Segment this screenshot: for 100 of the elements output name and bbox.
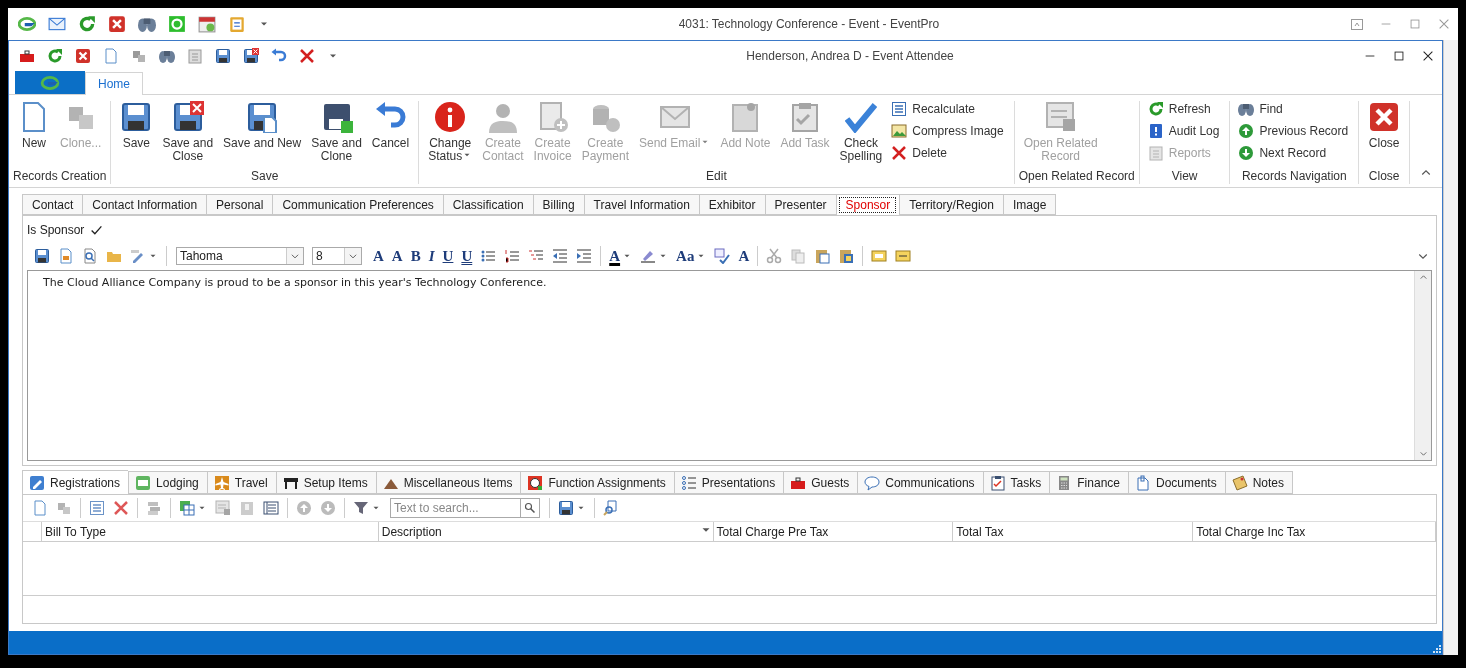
paste-icon: [814, 248, 831, 264]
resize-grip-icon[interactable]: [1430, 642, 1442, 654]
group-label: Edit: [705, 169, 728, 184]
ribbon-button[interactable]: New: [13, 101, 55, 150]
ribbon-button[interactable]: Save and Close: [157, 101, 219, 163]
column-header[interactable]: Bill To Type: [45, 524, 378, 539]
refresh-icon: [1147, 101, 1164, 117]
scrollbar[interactable]: [1414, 271, 1431, 460]
delete-icon: [891, 145, 908, 161]
column-header[interactable]: Total Charge Inc Tax: [1196, 524, 1435, 539]
ribbon-button[interactable]: Save and Clone: [306, 101, 367, 163]
ribbon-button[interactable]: Close: [1363, 101, 1406, 150]
ribbon-button[interactable]: Change Status: [423, 101, 478, 163]
form-tab[interactable]: Billing: [532, 194, 584, 215]
ribbon-button[interactable]: Check Spelling: [834, 101, 888, 163]
application-menu-button[interactable]: [15, 71, 85, 94]
cubes-icon: [56, 500, 72, 516]
form-tab[interactable]: Contact Information: [82, 194, 207, 215]
detail-tab[interactable]: Setup Items: [275, 471, 376, 494]
detail-tab[interactable]: Travel: [206, 471, 276, 494]
group-label: Open Related Record: [1018, 169, 1135, 184]
form-tab[interactable]: Travel Information: [583, 194, 699, 215]
swoosh-logo-icon: [18, 15, 36, 33]
change-case-button[interactable]: Aa: [673, 245, 710, 267]
detail-tab[interactable]: Notes: [1224, 471, 1294, 494]
detail-tab[interactable]: Guests: [783, 471, 858, 494]
double-underline-button[interactable]: U: [458, 245, 476, 267]
group-label: Records Creation: [13, 169, 107, 184]
italic-button[interactable]: I: [425, 245, 438, 267]
delete-icon: [299, 48, 315, 64]
search-button[interactable]: [520, 498, 540, 518]
form-tab[interactable]: Contact: [22, 194, 83, 215]
detail-tab[interactable]: Registrations: [22, 470, 129, 495]
form-tab[interactable]: Communication Preferences: [272, 194, 443, 215]
is-sponsor-checkbox[interactable]: [90, 223, 104, 237]
bed-icon: [135, 474, 152, 491]
ribbon-button[interactable]: Delete: [891, 145, 1004, 161]
font-button[interactable]: A: [735, 245, 753, 267]
copy-icon: [790, 248, 807, 264]
ribbon-button[interactable]: Cancel: [366, 101, 415, 150]
column-header[interactable]: Total Tax: [956, 524, 1193, 539]
brush-icon: [130, 248, 146, 264]
ribbon-button[interactable]: Recalculate: [891, 101, 1004, 117]
toolbox-icon: [19, 48, 35, 64]
detail-tab[interactable]: Communications: [857, 471, 983, 494]
column-header[interactable]: Total Charge Pre Tax: [716, 524, 953, 539]
form-tab[interactable]: Sponsor: [835, 194, 900, 216]
ribbon-button[interactable]: Save and New: [218, 101, 307, 150]
ribbon-button[interactable]: Save: [115, 101, 158, 150]
find-document-icon: [82, 248, 98, 264]
new-document-icon: [103, 48, 119, 64]
field-icon: [871, 248, 888, 264]
detail-tab[interactable]: Tasks: [982, 471, 1050, 494]
restore-window-icon: [1348, 16, 1365, 32]
ribbon-button[interactable]: Audit Log: [1147, 123, 1220, 139]
ribbon-tab[interactable]: Home: [85, 72, 143, 95]
detail-tab[interactable]: Finance: [1049, 471, 1128, 494]
form-tab[interactable]: Exhibitor: [698, 194, 765, 215]
grow-font-button[interactable]: A: [370, 245, 387, 267]
envelope-icon: [48, 15, 66, 33]
shrink-font-button[interactable]: A: [388, 245, 406, 267]
font-dropdown[interactable]: Tahoma: [176, 247, 304, 265]
form-tab[interactable]: Presenter: [764, 194, 836, 215]
ribbon-button[interactable]: Previous Record: [1238, 123, 1349, 139]
detail-tab[interactable]: Lodging: [128, 471, 207, 494]
field-label: Is Sponsor: [27, 223, 85, 237]
clipboard-icon: [228, 15, 246, 33]
highlighter-icon: [640, 248, 657, 264]
form-tab[interactable]: Image: [1002, 194, 1057, 215]
font-size-dropdown[interactable]: 8: [312, 247, 362, 265]
numbered-list-icon: [504, 248, 521, 264]
grid-icon: [179, 500, 195, 516]
form-tab[interactable]: Personal: [206, 194, 273, 215]
form-tab[interactable]: Classification: [442, 194, 533, 215]
log-book-icon: [1147, 123, 1164, 139]
search-field[interactable]: Text to search...: [390, 498, 520, 518]
calendar-icon: [198, 15, 216, 33]
ribbon-button[interactable]: Find: [1238, 101, 1349, 117]
detail-tab[interactable]: Documents: [1128, 471, 1225, 494]
clipboard-check-icon: [789, 101, 821, 133]
form-tab[interactable]: Territory/Region: [899, 194, 1003, 215]
group-label: Records Navigation: [1240, 169, 1348, 184]
detail-tab[interactable]: Presentations: [673, 471, 784, 494]
speech-bubble-icon: [864, 474, 881, 491]
bold-button[interactable]: B: [407, 245, 424, 267]
font-color-button[interactable]: A: [606, 245, 636, 267]
ribbon-button[interactable]: Compress Image: [891, 123, 1004, 139]
detail-tab[interactable]: Function Assignments: [520, 471, 674, 494]
ribbon-button[interactable]: Refresh: [1147, 101, 1220, 117]
binoculars-icon: [138, 15, 156, 33]
sticky-note-icon: [1231, 474, 1248, 491]
dialog-title: Henderson, Andrea D - Event Attendee: [745, 49, 955, 63]
filter-icon: [353, 500, 369, 516]
column-header[interactable]: Description: [381, 524, 699, 539]
underline-button[interactable]: U: [439, 245, 457, 267]
close-icon: [108, 15, 126, 33]
detail-tab[interactable]: Miscellaneous Items: [375, 471, 521, 494]
group-label: Close: [1367, 169, 1401, 184]
window-icon: [1044, 101, 1077, 133]
ribbon-button[interactable]: Next Record: [1238, 145, 1349, 161]
